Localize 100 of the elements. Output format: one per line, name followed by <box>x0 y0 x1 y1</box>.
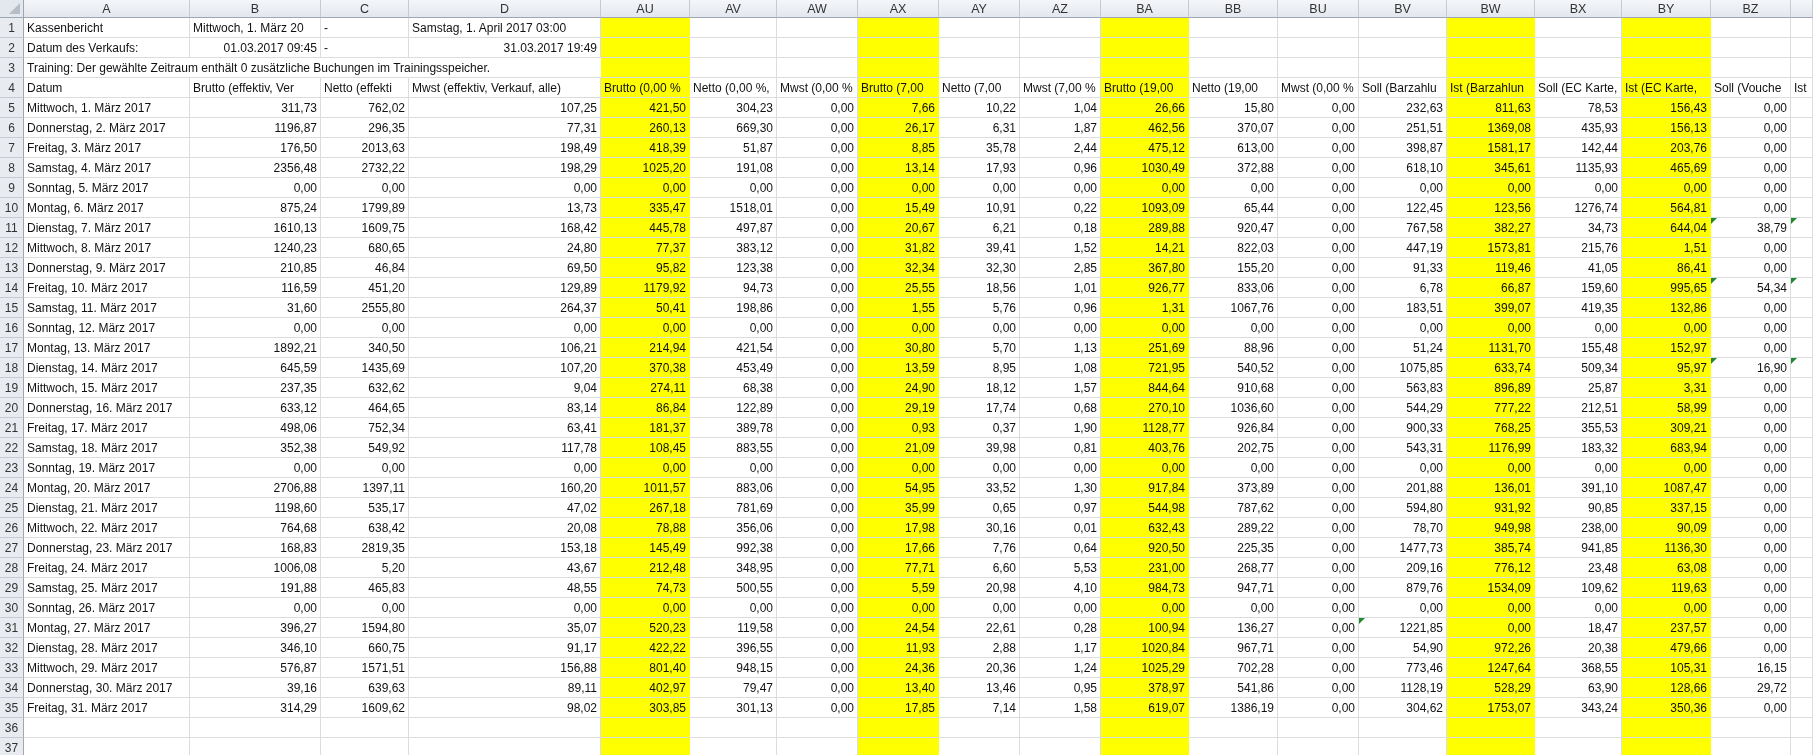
row-header[interactable]: 29 <box>0 578 24 598</box>
row-header[interactable]: 31 <box>0 618 24 638</box>
table-cell: 268,77 <box>1189 558 1278 578</box>
row-header[interactable]: 2 <box>0 38 24 58</box>
row-header[interactable]: 11 <box>0 218 24 238</box>
row-header[interactable]: 13 <box>0 258 24 278</box>
row-header[interactable]: 15 <box>0 298 24 318</box>
table-cell: 0,00 <box>409 458 601 478</box>
row-header[interactable]: 34 <box>0 678 24 698</box>
table-cell: 645,59 <box>190 358 321 378</box>
row-header[interactable]: 36 <box>0 718 24 738</box>
row-header[interactable]: 17 <box>0 338 24 358</box>
row-header[interactable]: 3 <box>0 58 24 78</box>
table-cell: 0,00 <box>690 458 777 478</box>
row-header[interactable]: 18 <box>0 358 24 378</box>
table-cell: 801,40 <box>601 658 690 678</box>
column-header[interactable] <box>1791 0 1813 18</box>
table-cell: 156,43 <box>1622 98 1711 118</box>
row-header[interactable]: 21 <box>0 418 24 438</box>
column-header[interactable]: AV <box>690 0 777 18</box>
table-cell: 0,00 <box>1278 698 1359 718</box>
table-cell: Mittwoch, 1. März 2017 <box>24 98 190 118</box>
table-cell: 119,58 <box>690 618 777 638</box>
column-header[interactable]: AU <box>601 0 690 18</box>
table-cell: 0,00 <box>1101 178 1189 198</box>
row-header[interactable]: 7 <box>0 138 24 158</box>
column-header[interactable]: AZ <box>1020 0 1101 18</box>
table-cell: 0,00 <box>1711 558 1791 578</box>
table-cell: 20,36 <box>939 658 1020 678</box>
row-header[interactable]: 30 <box>0 598 24 618</box>
table-cell: Sonntag, 19. März 2017 <box>24 458 190 478</box>
table-cell: 0,00 <box>858 598 939 618</box>
table-cell: 15,49 <box>858 198 939 218</box>
column-header[interactable]: AW <box>777 0 858 18</box>
row-header[interactable]: 6 <box>0 118 24 138</box>
column-header[interactable]: D <box>409 0 601 18</box>
row-header[interactable]: 20 <box>0 398 24 418</box>
row-header[interactable]: 23 <box>0 458 24 478</box>
table-cell: 26,66 <box>1101 98 1189 118</box>
column-header[interactable]: B <box>190 0 321 18</box>
row-header[interactable]: 10 <box>0 198 24 218</box>
table-cell: 212,48 <box>601 558 690 578</box>
row-header[interactable]: 5 <box>0 98 24 118</box>
column-header[interactable]: A <box>24 0 190 18</box>
table-cell: 198,49 <box>409 138 601 158</box>
table-cell: 995,65 <box>1622 278 1711 298</box>
table-cell: 0,93 <box>858 418 939 438</box>
table-cell: 0,00 <box>1711 198 1791 218</box>
column-header[interactable]: BV <box>1359 0 1447 18</box>
table-cell: 926,77 <box>1101 278 1189 298</box>
row-header[interactable]: 4 <box>0 78 24 98</box>
column-header[interactable]: BB <box>1189 0 1278 18</box>
column-header[interactable]: BX <box>1535 0 1622 18</box>
row-header[interactable]: 33 <box>0 658 24 678</box>
table-cell: Netto (0,00 %, <box>690 78 777 98</box>
column-header[interactable]: BW <box>1447 0 1535 18</box>
column-header[interactable]: BA <box>1101 0 1189 18</box>
row-header[interactable]: 26 <box>0 518 24 538</box>
table-cell: 77,31 <box>409 118 601 138</box>
column-header[interactable]: BZ <box>1711 0 1791 18</box>
row-header[interactable]: 22 <box>0 438 24 458</box>
row-header[interactable]: 19 <box>0 378 24 398</box>
row-header[interactable]: 32 <box>0 638 24 658</box>
row-header[interactable]: 12 <box>0 238 24 258</box>
column-header[interactable]: AY <box>939 0 1020 18</box>
table-cell: 251,69 <box>1101 338 1189 358</box>
table-cell: 0,00 <box>1278 118 1359 138</box>
table-cell: 396,55 <box>690 638 777 658</box>
row-header[interactable]: 9 <box>0 178 24 198</box>
table-cell: 0,00 <box>1278 538 1359 558</box>
table-cell: 972,26 <box>1447 638 1535 658</box>
row-header[interactable]: 24 <box>0 478 24 498</box>
table-cell: 191,88 <box>190 578 321 598</box>
table-cell: 500,55 <box>690 578 777 598</box>
table-cell: 1196,87 <box>190 118 321 138</box>
column-header[interactable]: BU <box>1278 0 1359 18</box>
row-header[interactable]: 27 <box>0 538 24 558</box>
row-header[interactable]: 37 <box>0 738 24 755</box>
row-header[interactable]: 16 <box>0 318 24 338</box>
table-cell: 95,82 <box>601 258 690 278</box>
row-header[interactable]: 14 <box>0 278 24 298</box>
table-cell: 0,00 <box>601 458 690 478</box>
table-cell: Samstag, 25. März 2017 <box>24 578 190 598</box>
column-header[interactable]: BY <box>1622 0 1711 18</box>
row-header[interactable]: 25 <box>0 498 24 518</box>
table-cell: 535,17 <box>321 498 409 518</box>
table-cell: 145,49 <box>601 538 690 558</box>
table-cell: 6,60 <box>939 558 1020 578</box>
row-header[interactable]: 8 <box>0 158 24 178</box>
row-header[interactable]: 1 <box>0 18 24 38</box>
row-header[interactable]: 35 <box>0 698 24 718</box>
column-header[interactable]: C <box>321 0 409 18</box>
row-header[interactable]: 28 <box>0 558 24 578</box>
table-cell: Dienstag, 28. März 2017 <box>24 638 190 658</box>
table-cell: 0,00 <box>1278 518 1359 538</box>
table-cell: Brutto (7,00 <box>858 78 939 98</box>
column-header[interactable]: AX <box>858 0 939 18</box>
table-cell: 0,00 <box>1278 358 1359 378</box>
table-cell: 896,89 <box>1447 378 1535 398</box>
table-cell: 46,84 <box>321 258 409 278</box>
